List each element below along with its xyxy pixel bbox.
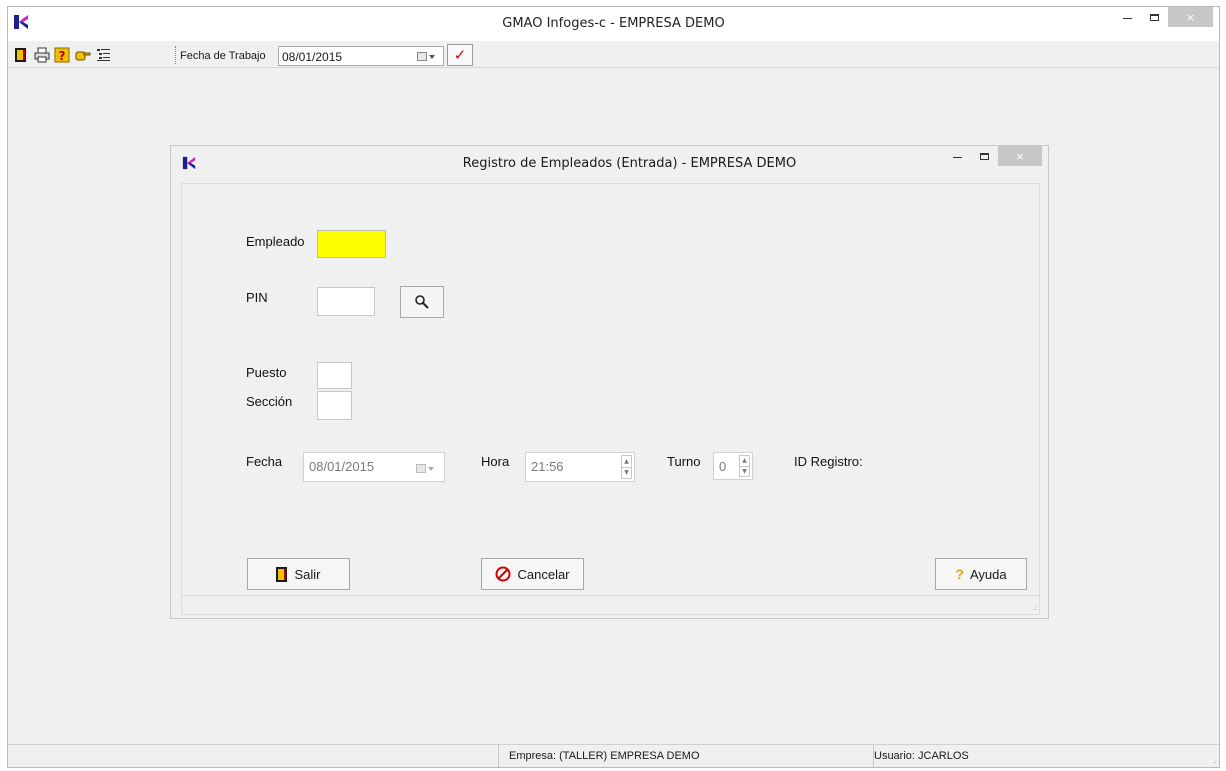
- calendar-icon: [416, 464, 426, 473]
- pin-label: PIN: [246, 290, 268, 305]
- pin-input[interactable]: [317, 287, 375, 316]
- ayuda-label: Ayuda: [969, 566, 1007, 582]
- exit-icon: [276, 566, 288, 582]
- close-button[interactable]: ×: [1168, 7, 1213, 27]
- window-title: GMAO Infoges-c - EMPRESA DEMO: [502, 16, 725, 31]
- status-bar: Empresa: (TALLER) EMPRESA DEMO Usuario: …: [8, 744, 1219, 767]
- status-empresa: Empresa: (TALLER) EMPRESA DEMO: [509, 750, 700, 762]
- status-usuario: Usuario: JCARLOS: [874, 750, 969, 762]
- dialog-maximize-button[interactable]: [971, 146, 998, 166]
- fecha-value: 08/01/2015: [309, 459, 375, 474]
- turno-spinner[interactable]: ▲ ▼: [739, 455, 750, 477]
- dialog-close-button[interactable]: ×: [998, 146, 1042, 166]
- close-icon: ×: [1015, 149, 1025, 163]
- cancel-icon: [495, 566, 511, 582]
- dialog-body: Empleado PIN Puesto Sección Fecha 08/01/…: [181, 183, 1040, 615]
- hora-label: Hora: [481, 454, 510, 469]
- dialog-title: Registro de Empleados (Entrada) - EMPRES…: [462, 156, 797, 171]
- exit-icon[interactable]: [13, 47, 29, 63]
- turno-value: 0: [719, 459, 727, 474]
- cancelar-button[interactable]: Cancelar: [481, 558, 584, 590]
- checkmark-icon: ✓: [453, 46, 467, 64]
- dialog-status-bar: .:: [182, 595, 1039, 614]
- title-bar: GMAO Infoges-c - EMPRESA DEMO ×: [8, 7, 1219, 41]
- dialog-window-controls: ×: [944, 146, 1042, 166]
- print-icon[interactable]: [34, 47, 50, 63]
- id-registro-label: ID Registro:: [794, 454, 863, 469]
- help-icon[interactable]: ?: [54, 47, 70, 63]
- calendar-icon: [417, 52, 427, 61]
- salir-button[interactable]: Salir: [247, 558, 350, 590]
- resize-grip-icon[interactable]: .:: [1033, 604, 1036, 612]
- status-cell-usuario: Usuario: JCARLOS: [873, 745, 1203, 767]
- turno-input[interactable]: 0 ▲ ▼: [713, 452, 753, 480]
- salir-label: Salir: [294, 566, 321, 582]
- puesto-label: Puesto: [246, 365, 287, 380]
- empleados-dialog: Registro de Empleados (Entrada) - EMPRES…: [170, 145, 1049, 619]
- maximize-button[interactable]: [1141, 7, 1168, 27]
- fecha-label: Fecha: [246, 454, 283, 469]
- dialog-minimize-button[interactable]: [944, 146, 971, 166]
- confirm-date-button[interactable]: ✓: [447, 44, 473, 66]
- chevron-down-icon: [428, 466, 434, 471]
- search-icon: [415, 295, 429, 309]
- fecha-trabajo-label: Fecha de Trabajo: [180, 50, 266, 62]
- spin-up-icon[interactable]: ▲: [740, 456, 749, 466]
- spin-up-icon[interactable]: ▲: [622, 456, 631, 467]
- puesto-input[interactable]: [317, 362, 352, 389]
- toolbar-separator: [175, 46, 176, 64]
- turno-label: Turno: [667, 454, 701, 469]
- seccion-label: Sección: [246, 394, 293, 409]
- calendar-dropdown-button[interactable]: [417, 50, 439, 63]
- fecha-trabajo-picker[interactable]: 08/01/2015: [278, 46, 444, 66]
- maximize-icon: [980, 152, 989, 160]
- minimize-button[interactable]: [1114, 7, 1141, 27]
- minimize-icon: [953, 157, 962, 158]
- minimize-icon: [1123, 18, 1132, 19]
- maximize-icon: [1150, 13, 1159, 21]
- fecha-dropdown-button[interactable]: [416, 462, 438, 475]
- spin-down-icon[interactable]: ▼: [622, 466, 631, 479]
- seccion-input[interactable]: [317, 391, 352, 420]
- hora-value: 21:56: [531, 459, 564, 474]
- cancelar-label: Cancelar: [517, 566, 570, 582]
- resize-grip-icon[interactable]: .:: [1213, 757, 1216, 765]
- svg-text:?: ?: [59, 49, 66, 63]
- chevron-down-icon: [429, 54, 435, 59]
- ayuda-button[interactable]: ? Ayuda: [935, 558, 1027, 590]
- toolbar: ? Fecha de Trabajo 08/01/2015 ✓: [8, 41, 1219, 68]
- empleado-input[interactable]: [317, 230, 386, 258]
- hora-spinner[interactable]: ▲ ▼: [621, 455, 632, 479]
- hora-input[interactable]: 21:56 ▲ ▼: [525, 452, 635, 482]
- spin-down-icon[interactable]: ▼: [740, 465, 749, 477]
- point-hand-icon[interactable]: [75, 47, 91, 63]
- help-icon: ?: [955, 566, 964, 582]
- fecha-picker[interactable]: 08/01/2015: [303, 452, 445, 482]
- window-controls: ×: [1114, 7, 1213, 29]
- empleado-label: Empleado: [246, 234, 305, 249]
- close-icon: ×: [1185, 10, 1196, 24]
- status-cell-empresa: Empresa: (TALLER) EMPRESA DEMO: [498, 745, 873, 767]
- list-icon[interactable]: [96, 47, 112, 63]
- search-button[interactable]: [400, 286, 444, 318]
- fecha-trabajo-value: 08/01/2015: [282, 50, 343, 64]
